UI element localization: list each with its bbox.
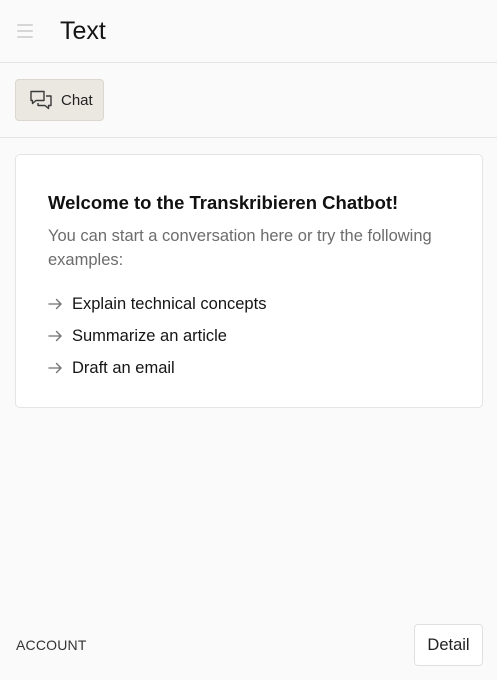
welcome-intro: You can start a conversation here or try… [48, 227, 432, 269]
arrow-right-icon [48, 329, 65, 343]
example-draft-email[interactable]: Draft an email [48, 352, 266, 384]
account-link[interactable]: ACCOUNT [16, 637, 87, 653]
detail-button[interactable]: Detail [414, 624, 483, 666]
example-explain-technical-concepts[interactable]: Explain technical concepts [48, 288, 266, 320]
arrow-right-icon [48, 361, 65, 375]
hamburger-menu-icon[interactable] [17, 24, 33, 38]
welcome-heading: Welcome to the Transkribieren Chatbot! [48, 192, 399, 213]
example-label: Draft an email [72, 359, 175, 377]
tab-chat-label: Chat [61, 92, 93, 109]
chat-bubbles-icon [30, 90, 52, 110]
mode-toolbar: Chat [0, 63, 497, 138]
arrow-right-icon [48, 297, 65, 311]
tab-chat[interactable]: Chat [15, 79, 104, 121]
example-label: Explain technical concepts [72, 295, 267, 313]
example-list: Explain technical concepts Summarize an … [48, 288, 266, 384]
example-summarize-article[interactable]: Summarize an article [48, 320, 266, 352]
app-header: Text [0, 0, 497, 63]
page-title: Text [60, 17, 106, 45]
welcome-card: Welcome to the Transkribieren Chatbot! Y… [15, 154, 483, 408]
example-label: Summarize an article [72, 327, 227, 345]
